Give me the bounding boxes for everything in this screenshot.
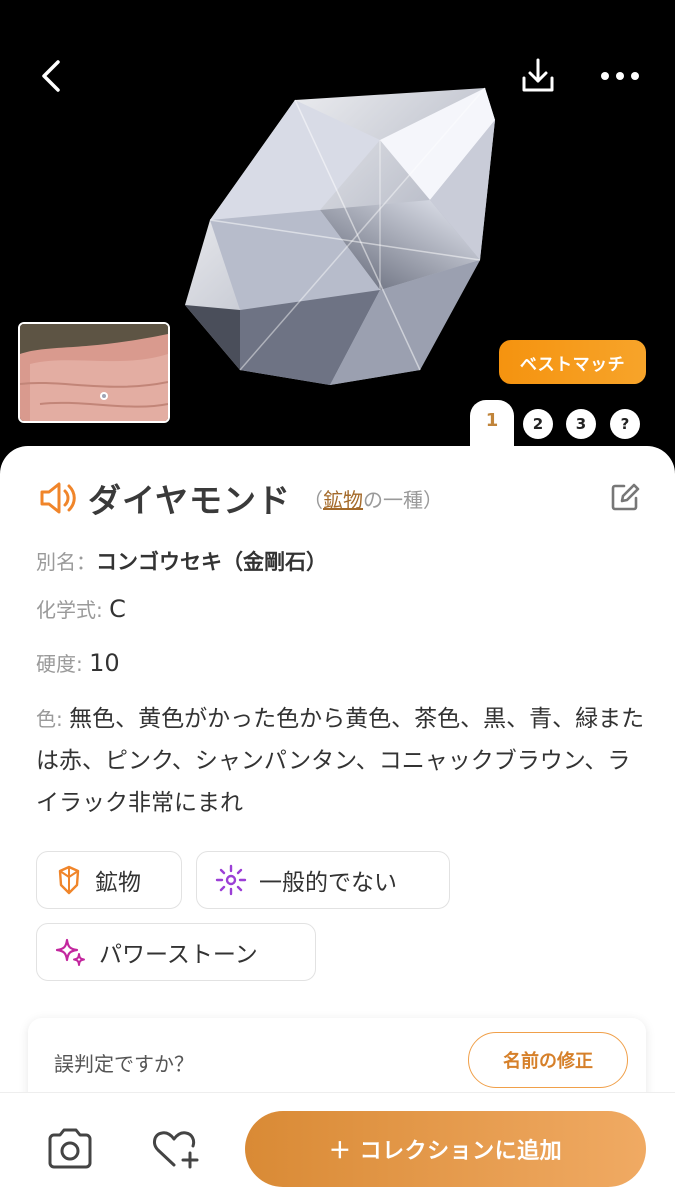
tag-power-stone[interactable]: パワーストーン [36,923,316,981]
color-value: 無色、黄色がかった色から黄色、茶色、黒、青、緑または赤、ピンク、シャンパンタン、… [36,706,645,816]
gem-kind-suffix: の一種） [363,487,444,512]
chevron-left-icon [42,60,60,92]
back-button[interactable] [24,48,80,104]
best-match-badge: ベストマッチ [499,340,646,384]
add-to-collection-button[interactable]: ＋ コレクションに追加 [245,1111,646,1187]
alias-label: 別名： [36,550,96,574]
tag-mineral[interactable]: 鉱物 [36,851,182,909]
camera-icon[interactable] [42,1121,98,1177]
edit-icon[interactable] [608,480,642,514]
user-photo-image [20,324,168,421]
tag-power-label: パワーストーン [99,942,258,968]
fix-name-button[interactable]: 名前の修正 [468,1032,628,1088]
info-card: ダイヤモンド （鉱物の一種） 別名：コンゴウセキ（金剛石） 化学式: C 硬度:… [0,446,675,1200]
more-dots-icon [601,72,639,80]
download-icon [522,58,554,92]
formula-row: 化学式: C [36,594,126,623]
mineral-link[interactable]: 鉱物 [323,488,363,512]
gem-name: ダイヤモンド [88,481,292,520]
hero-section: ベストマッチ 1 2 3 ? [0,0,675,470]
tag-rarity-label: 一般的でない [259,870,397,896]
sparkle-burst-icon [215,864,247,896]
hardness-row: 硬度: 10 [36,648,120,677]
shield-gem-icon [58,865,80,895]
gem-kind-prefix: （ [303,487,324,512]
page-tab-2[interactable]: 2 [523,409,553,439]
heart-plus-icon[interactable] [146,1121,204,1177]
tag-rarity[interactable]: 一般的でない [196,851,450,909]
bottom-action-bar: ＋ コレクションに追加 [0,1092,675,1200]
page-tab-3[interactable]: 3 [566,409,596,439]
color-label: 色: [36,707,70,731]
user-photo-thumbnail[interactable] [18,322,170,423]
download-button[interactable] [510,48,566,104]
diamond-image[interactable] [180,80,500,390]
alias-value: コンゴウセキ（金剛石） [96,550,327,574]
alias-row: 別名：コンゴウセキ（金剛石） [36,546,327,576]
formula-value: C [109,595,126,623]
title-row: ダイヤモンド （鉱物の一種） [36,474,646,522]
misid-question: 誤判定ですか？ [54,1052,194,1076]
sparkles-icon [55,938,85,966]
page-tab-help[interactable]: ? [610,409,640,439]
speaker-icon[interactable] [36,477,78,519]
gem-kind: （鉱物の一種） [303,484,443,513]
formula-label: 化学式: [36,598,110,622]
hardness-value: 10 [89,649,120,677]
more-options-button[interactable] [592,48,648,104]
tag-mineral-label: 鉱物 [95,870,141,896]
color-row: 色: 無色、黄色がかった色から黄色、茶色、黒、青、緑または赤、ピンク、シャンパン… [36,698,646,824]
hardness-label: 硬度: [36,652,90,676]
